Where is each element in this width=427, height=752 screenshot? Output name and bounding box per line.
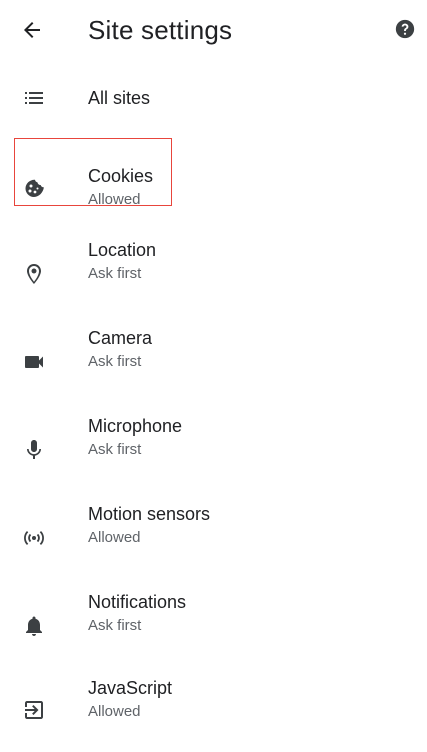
videocam-icon <box>20 348 48 376</box>
list-item-label: Camera <box>88 328 153 348</box>
sensors-icon <box>20 524 48 552</box>
list-item-microphone[interactable]: Microphone Ask first <box>0 408 427 488</box>
list-item-label: Location <box>88 240 157 260</box>
list-item-label: Notifications <box>88 592 187 612</box>
list-item-label: JavaScript <box>88 678 173 698</box>
bell-icon <box>20 612 48 640</box>
list-item-motion-sensors[interactable]: Motion sensors Allowed <box>0 496 427 576</box>
cookie-icon <box>20 174 48 202</box>
list-item-label: All sites <box>88 88 151 108</box>
list-item-all-sites[interactable]: All sites <box>0 64 427 144</box>
list-item-label: Motion sensors <box>88 504 211 524</box>
list-item-javascript[interactable]: JavaScript Allowed <box>0 672 427 752</box>
list-icon <box>20 84 48 112</box>
back-button[interactable] <box>18 18 46 46</box>
app-bar: Site settings <box>0 0 427 64</box>
list-item-status: Ask first <box>88 617 142 634</box>
page-title: Site settings <box>88 15 233 45</box>
list-item-status: Allowed <box>88 703 141 720</box>
list-item-status: Ask first <box>88 441 142 458</box>
help-button[interactable] <box>394 18 416 45</box>
help-icon <box>394 18 416 45</box>
list-item-camera[interactable]: Camera Ask first <box>0 320 427 400</box>
list-item-cookies[interactable]: Cookies Allowed <box>0 144 427 224</box>
list-item-status: Allowed <box>88 529 141 546</box>
list-item-label: Cookies <box>88 166 154 186</box>
list-item-status: Allowed <box>88 191 141 208</box>
arrow-back-icon <box>20 18 44 47</box>
list-item-notifications[interactable]: Notifications Ask first <box>0 584 427 664</box>
list-item-location[interactable]: Location Ask first <box>0 232 427 312</box>
mic-icon <box>20 436 48 464</box>
list-item-label: Microphone <box>88 416 183 436</box>
javascript-icon <box>20 696 48 724</box>
list-item-status: Ask first <box>88 353 142 370</box>
location-pin-icon <box>20 260 48 288</box>
list-item-status: Ask first <box>88 265 142 282</box>
